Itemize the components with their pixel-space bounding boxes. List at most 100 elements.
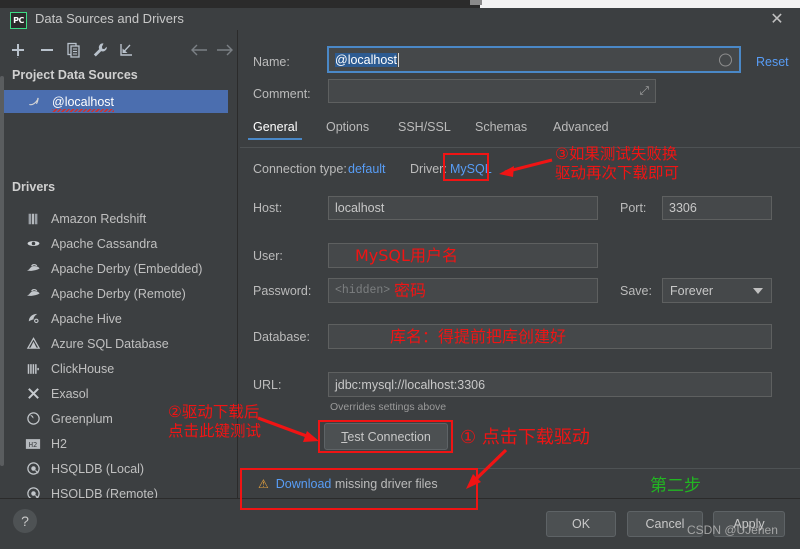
tab-general[interactable]: General bbox=[247, 120, 304, 140]
derby-icon bbox=[22, 261, 44, 276]
redshift-icon bbox=[22, 212, 44, 226]
driver-item-apache-cassandra[interactable]: Apache Cassandra bbox=[0, 231, 228, 256]
name-status-circle-icon[interactable] bbox=[719, 53, 732, 66]
ok-button[interactable]: OK bbox=[546, 511, 616, 537]
reset-link[interactable]: Reset bbox=[756, 55, 789, 69]
svg-text:H2: H2 bbox=[29, 439, 38, 448]
tabs-separator bbox=[240, 147, 800, 148]
comment-input[interactable]: ⤢ bbox=[328, 79, 656, 103]
mysql-dolphin-icon bbox=[24, 95, 46, 109]
port-input-value: 3306 bbox=[669, 201, 697, 215]
text-caret bbox=[398, 52, 400, 67]
hsqldb-icon bbox=[22, 461, 44, 476]
url-label: URL: bbox=[253, 378, 282, 392]
h2-icon: H2 bbox=[22, 438, 44, 450]
name-input[interactable]: @localhost bbox=[327, 46, 741, 73]
sidebar-item-localhost[interactable]: @localhost bbox=[0, 90, 228, 113]
driver-label: Apache Cassandra bbox=[51, 236, 158, 251]
cancel-button[interactable]: Cancel bbox=[627, 511, 703, 537]
driver-item-h2[interactable]: H2 H2 bbox=[0, 431, 228, 456]
database-label: Database: bbox=[253, 330, 310, 344]
driver-item-azure-sql-database[interactable]: Azure SQL Database bbox=[0, 331, 228, 356]
save-select[interactable]: Forever bbox=[662, 278, 772, 303]
driver-label: Apache Hive bbox=[51, 311, 122, 326]
driver-item-apache-derby-remote[interactable]: Apache Derby (Remote) bbox=[0, 281, 228, 306]
database-input[interactable] bbox=[328, 324, 772, 349]
download-link[interactable]: Download bbox=[276, 477, 332, 491]
tab-schemas[interactable]: Schemas bbox=[475, 120, 527, 140]
tab-ssh-ssl[interactable]: SSH/SSL bbox=[398, 120, 451, 140]
tab-advanced[interactable]: Advanced bbox=[553, 120, 609, 140]
password-input[interactable]: <hidden> bbox=[328, 278, 598, 303]
save-select-value: Forever bbox=[670, 283, 714, 298]
download-driver-text: Download missing driver files bbox=[276, 477, 438, 491]
driver-label: Apache Derby (Remote) bbox=[51, 286, 186, 301]
import-icon[interactable] bbox=[116, 40, 136, 60]
clickhouse-icon bbox=[22, 362, 44, 376]
host-input[interactable]: localhost bbox=[328, 196, 598, 220]
settings-tabs: General Options SSH/SSL Schemas Advanced bbox=[247, 120, 799, 147]
localhost-text: @localhost bbox=[52, 94, 115, 109]
driver-item-hsqldb-local[interactable]: HSQLDB (Local) bbox=[0, 456, 228, 481]
dialog-footer: ? OK Cancel Apply bbox=[0, 498, 800, 549]
driver-label: HSQLDB (Local) bbox=[51, 461, 145, 476]
cassandra-icon bbox=[22, 236, 44, 251]
help-button[interactable]: ? bbox=[13, 509, 37, 533]
connection-type-value[interactable]: default bbox=[348, 162, 386, 176]
driver-label: ClickHouse bbox=[51, 361, 115, 376]
wrench-icon[interactable] bbox=[90, 40, 110, 60]
tab-options[interactable]: Options bbox=[326, 120, 369, 140]
copy-icon[interactable] bbox=[64, 40, 84, 60]
sidebar-scrollbar[interactable] bbox=[0, 64, 4, 528]
user-label: User: bbox=[253, 249, 283, 263]
driver-item-greenplum[interactable]: Greenplum bbox=[0, 406, 228, 431]
window-title: Data Sources and Drivers bbox=[35, 11, 184, 26]
apply-button[interactable]: Apply bbox=[713, 511, 785, 537]
driver-label: Greenplum bbox=[51, 411, 113, 426]
driver-label: Driver: bbox=[410, 162, 447, 176]
user-input[interactable] bbox=[328, 243, 598, 268]
password-placeholder: <hidden> bbox=[335, 284, 391, 297]
name-label: Name: bbox=[253, 55, 290, 69]
back-arrow-icon[interactable] bbox=[189, 40, 209, 60]
driver-label: Azure SQL Database bbox=[51, 336, 169, 351]
host-input-value: localhost bbox=[335, 201, 385, 215]
password-label: Password: bbox=[253, 284, 312, 298]
greenplum-icon bbox=[22, 411, 44, 426]
top-strip-light bbox=[480, 0, 800, 8]
connection-type-label: Connection type: bbox=[253, 162, 347, 176]
left-panel: Project Data Sources @localhost Drivers bbox=[0, 30, 238, 534]
driver-value[interactable]: MySQL bbox=[450, 162, 492, 176]
host-label: Host: bbox=[253, 201, 283, 215]
driver-item-amazon-redshift[interactable]: Amazon Redshift bbox=[0, 206, 228, 231]
error-underline bbox=[52, 108, 115, 112]
top-strip-notch bbox=[470, 0, 482, 5]
save-label: Save: bbox=[620, 284, 652, 298]
driver-label: H2 bbox=[51, 436, 67, 451]
comment-label: Comment: bbox=[253, 87, 311, 101]
driver-label: Exasol bbox=[51, 386, 89, 401]
warning-triangle-icon: ⚠ bbox=[258, 477, 269, 491]
remove-icon[interactable] bbox=[37, 40, 57, 60]
derby-icon bbox=[22, 286, 44, 301]
expand-icon[interactable]: ⤢ bbox=[639, 84, 649, 99]
missing-driver-files-text: missing driver files bbox=[331, 477, 438, 491]
sidebar-scrollbar-thumb[interactable] bbox=[0, 76, 4, 466]
add-icon[interactable] bbox=[8, 40, 28, 60]
name-input-value: @localhost bbox=[335, 52, 398, 67]
sidebar-item-label: @localhost bbox=[52, 94, 115, 112]
driver-item-clickhouse[interactable]: ClickHouse bbox=[0, 356, 228, 381]
driver-item-apache-derby-embedded[interactable]: Apache Derby (Embedded) bbox=[0, 256, 228, 281]
driver-item-exasol[interactable]: Exasol bbox=[0, 381, 228, 406]
url-input[interactable]: jdbc:mysql://localhost:3306 bbox=[328, 372, 772, 397]
port-input[interactable]: 3306 bbox=[662, 196, 772, 220]
driver-item-apache-hive[interactable]: Apache Hive bbox=[0, 306, 228, 331]
url-input-value: jdbc:mysql://localhost:3306 bbox=[335, 377, 486, 392]
top-strip-dark bbox=[0, 0, 480, 8]
test-connection-button[interactable]: Test Connection bbox=[324, 423, 448, 450]
test-connection-label: est Connection bbox=[347, 429, 431, 444]
missing-driver-warning-row[interactable]: ⚠ Download missing driver files bbox=[240, 468, 800, 499]
forward-arrow-icon[interactable] bbox=[215, 40, 235, 60]
drivers-header: Drivers bbox=[12, 180, 56, 194]
close-icon[interactable]: ✕ bbox=[768, 11, 786, 29]
